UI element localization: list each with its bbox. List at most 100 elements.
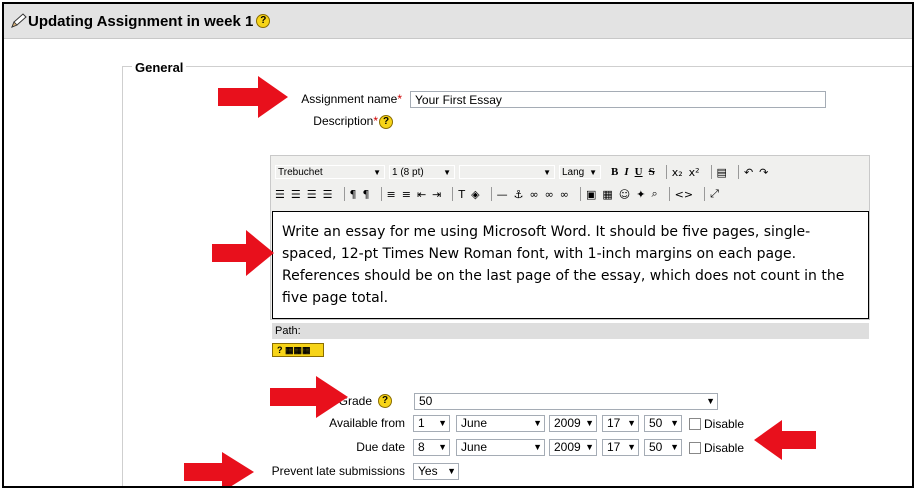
available-month-value: June — [461, 416, 488, 430]
grade-select[interactable]: 50 ▼ — [414, 393, 718, 410]
description-help-icon[interactable]: ? — [379, 115, 393, 129]
available-hour-select[interactable]: 17 ▼ — [602, 415, 639, 432]
due-date-label: Due date — [356, 440, 405, 454]
chevron-down-icon: ▼ — [543, 167, 551, 177]
font-family-select[interactable]: Trebuchet ▼ — [275, 165, 385, 179]
search-replace-icon[interactable]: ⌕ — [651, 187, 657, 201]
pencil-icon — [11, 13, 27, 28]
insert-image-icon[interactable]: ▣ — [586, 188, 596, 201]
prevent-late-select[interactable]: Yes ▼ — [413, 463, 459, 480]
chevron-down-icon: ▼ — [533, 442, 542, 452]
chevron-down-icon: ▼ — [670, 442, 679, 452]
editor-content-area[interactable]: Write an essay for me using Microsoft Wo… — [272, 211, 869, 319]
chevron-down-icon: ▼ — [670, 418, 679, 428]
chevron-down-icon: ▼ — [533, 418, 542, 428]
chevron-down-icon: ▼ — [585, 418, 594, 428]
assignment-name-label: Assignment name* — [274, 92, 402, 106]
ltr-icon[interactable]: ¶ — [350, 188, 357, 201]
due-day-select[interactable]: 8 ▼ — [413, 439, 450, 456]
paste-word-icon[interactable]: ▤ — [717, 166, 727, 179]
available-minute-select[interactable]: 50 ▼ — [644, 415, 682, 432]
available-disable-label: Disable — [704, 417, 745, 431]
align-center-icon[interactable]: ☰ — [291, 188, 301, 201]
arrow-icon — [212, 230, 274, 276]
assignment-name-input[interactable] — [410, 91, 826, 108]
available-month-select[interactable]: June ▼ — [456, 415, 545, 432]
strikethrough-icon[interactable]: S — [649, 166, 655, 178]
justify-icon[interactable]: ☰ — [323, 188, 333, 201]
italic-icon[interactable]: I — [624, 166, 628, 178]
due-month-select[interactable]: June ▼ — [456, 439, 545, 456]
arrow-icon — [184, 452, 254, 486]
indent-icon[interactable]: ⇥ — [432, 188, 441, 201]
editor-path-bar: Path: — [272, 323, 869, 339]
align-left-icon[interactable]: ☰ — [275, 188, 285, 201]
required-marker: * — [373, 114, 378, 128]
undo-icon[interactable]: ↶ — [744, 166, 753, 179]
available-minute-value: 50 — [649, 416, 663, 430]
toolbar-separator — [710, 165, 712, 179]
lang-select[interactable]: Lang ▼ — [559, 165, 601, 179]
due-month-value: June — [461, 440, 488, 454]
smiley-icon[interactable]: ☺ — [619, 188, 630, 201]
outdent-icon[interactable]: ⇤ — [417, 188, 426, 201]
font-size-select[interactable]: 1 (8 pt) ▼ — [389, 165, 455, 179]
available-disable-checkbox[interactable] — [689, 418, 701, 430]
link-icon[interactable]: ∞ — [529, 188, 538, 201]
chevron-down-icon: ▼ — [438, 418, 447, 428]
due-year-select[interactable]: 2009 ▼ — [549, 439, 597, 456]
ordered-list-icon[interactable]: ≡ — [387, 188, 396, 201]
due-minute-select[interactable]: 50 ▼ — [644, 439, 682, 456]
help-icon[interactable]: ? — [256, 14, 271, 28]
toolbar-separator — [380, 187, 382, 201]
toolbar-separator — [452, 187, 454, 201]
page-frame: Updating Assignment in week 1 ? General … — [2, 2, 914, 488]
background-color-icon[interactable]: ◈ — [471, 188, 479, 201]
font-size-value: 1 (8 pt) — [392, 166, 424, 178]
editor-help-keyboard-icon[interactable]: ? ▦▦▦ — [272, 343, 324, 357]
available-day-select[interactable]: 1 ▼ — [413, 415, 450, 432]
assignment-name-text: Assignment name — [301, 92, 398, 106]
available-hour-value: 17 — [607, 416, 621, 430]
align-right-icon[interactable]: ☰ — [307, 188, 317, 201]
redo-icon[interactable]: ↷ — [759, 166, 768, 179]
underline-icon[interactable]: U — [635, 166, 643, 178]
subscript-icon[interactable]: x₂ — [672, 166, 683, 179]
chevron-down-icon: ▼ — [438, 442, 447, 452]
anchor-icon[interactable]: ⚓ — [514, 188, 524, 201]
required-marker: * — [397, 92, 402, 106]
superscript-icon[interactable]: x² — [689, 166, 700, 179]
text-color-icon[interactable]: T — [458, 188, 465, 201]
editor-help-text: ? — [277, 345, 283, 355]
title-bar: Updating Assignment in week 1 ? — [4, 4, 912, 39]
chevron-down-icon: ▼ — [627, 442, 636, 452]
chevron-down-icon: ▼ — [589, 167, 597, 177]
arrow-icon — [754, 420, 816, 460]
grade-help-icon[interactable]: ? — [378, 394, 392, 408]
available-year-select[interactable]: 2009 ▼ — [549, 415, 597, 432]
nolink-icon[interactable]: ∞ — [560, 188, 569, 201]
due-disable-label: Disable — [704, 441, 745, 455]
fullscreen-icon[interactable]: ⤢ — [710, 187, 719, 201]
horizontal-rule-icon[interactable]: — — [497, 188, 508, 201]
toolbar-separator — [665, 165, 667, 179]
available-from-label: Available from — [329, 416, 405, 430]
unlink-icon[interactable]: ∞ — [545, 188, 554, 201]
chevron-down-icon: ▼ — [706, 396, 715, 406]
insert-table-icon[interactable]: ▦ — [602, 188, 612, 201]
unordered-list-icon[interactable]: ≡ — [402, 188, 411, 201]
special-char-icon[interactable]: ✦ — [636, 188, 645, 201]
lang-value: Lang — [562, 166, 585, 178]
due-hour-select[interactable]: 17 ▼ — [602, 439, 639, 456]
rtl-icon[interactable]: ¶ — [363, 188, 370, 201]
toolbar-separator — [343, 187, 345, 201]
html-source-icon[interactable]: <> — [675, 188, 693, 201]
toolbar-separator — [579, 187, 581, 201]
due-disable-checkbox[interactable] — [689, 442, 701, 454]
bold-icon[interactable]: B — [611, 166, 618, 178]
available-day-value: 1 — [418, 416, 425, 430]
editor-toolbar-row-1: Trebuchet ▼ 1 (8 pt) ▼ ▼ Lang ▼ B I U S x₂ … — [275, 163, 774, 181]
description-text: Description — [313, 114, 374, 128]
format-select[interactable]: ▼ — [459, 165, 555, 179]
chevron-down-icon: ▼ — [627, 418, 636, 428]
